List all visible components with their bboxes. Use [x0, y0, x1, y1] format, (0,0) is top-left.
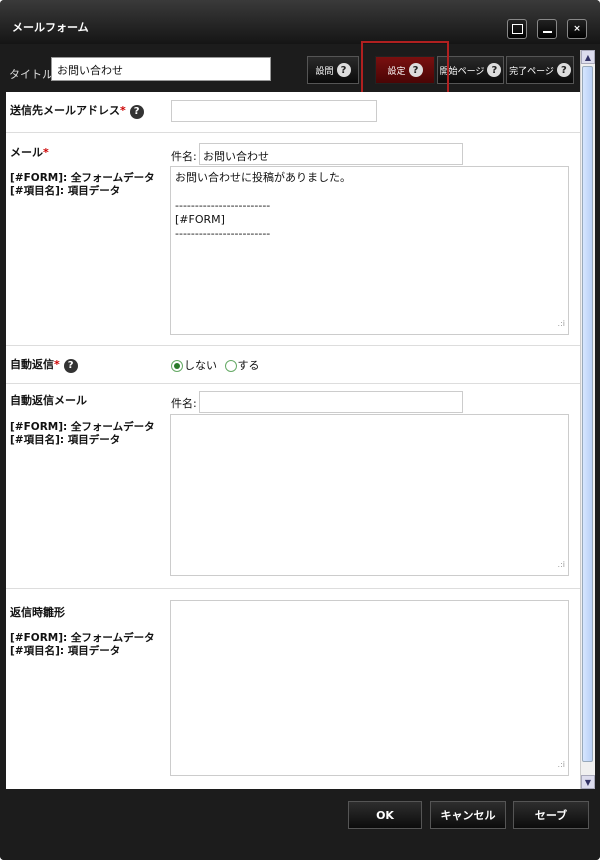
scrollbar-thumb[interactable] [582, 66, 593, 762]
close-icon: × [573, 24, 581, 34]
help-icon[interactable]: ? [336, 63, 351, 77]
vertical-scrollbar[interactable]: ▲ ▼ [580, 50, 595, 789]
complete-page-button[interactable]: 完了ページ ? [506, 56, 574, 84]
minimize-icon [542, 31, 552, 33]
help-icon[interactable]: ? [63, 358, 78, 373]
window-title: メールフォーム [12, 21, 89, 34]
save-button[interactable]: セーブ [513, 801, 589, 829]
form-content: 送信先メールアドレス* ? メール* [#FORM]: 全フォームデータ [#項… [6, 92, 580, 789]
reply-template-label: 返信時雛形 [10, 606, 65, 619]
mail-hint-item: [#項目名]: 項目データ [10, 185, 121, 197]
cancel-button[interactable]: キャンセル [430, 801, 506, 829]
mail-body-textarea[interactable]: お問い合わせに投稿がありました。 -----------------------… [170, 166, 569, 335]
auto-reply-label: 自動返信* ? [10, 356, 78, 373]
maximize-button[interactable] [507, 19, 527, 39]
sender-label: 送信先メールアドレス* ? [10, 102, 144, 119]
radio-yes-label[interactable]: する [238, 359, 260, 372]
help-icon[interactable]: ? [487, 63, 502, 77]
mail-subject-label: 件名: [171, 150, 197, 163]
scroll-up-arrow-icon[interactable]: ▲ [581, 50, 595, 64]
questions-button-label: 設問 [315, 66, 334, 77]
close-button[interactable]: × [567, 19, 587, 39]
radio-yes[interactable] [224, 360, 237, 372]
auto-reply-mail-label: 自動返信メール [10, 394, 87, 407]
highlight-box [361, 41, 449, 97]
radio-no-label[interactable]: しない [184, 359, 217, 372]
reply-template-hint-item: [#項目名]: 項目データ [10, 645, 121, 657]
sender-email-input[interactable] [171, 100, 377, 122]
title-bar[interactable]: メールフォーム × [0, 0, 600, 44]
mail-subject-input[interactable]: お問い合わせ [199, 143, 463, 165]
title-input[interactable]: お問い合わせ [51, 57, 271, 81]
help-icon[interactable]: ? [129, 104, 144, 119]
ok-button[interactable]: OK [348, 801, 422, 829]
questions-button[interactable]: 設問 ? [307, 56, 359, 84]
reply-template-textarea[interactable]: .:i [170, 600, 569, 776]
mail-body-text: お問い合わせに投稿がありました。 -----------------------… [175, 171, 351, 240]
auto-reply-subject-label: 件名: [171, 397, 197, 410]
resize-grip-icon[interactable]: .:i [558, 558, 565, 572]
auto-reply-hint-form: [#FORM]: 全フォームデータ [10, 421, 155, 433]
scroll-down-arrow-icon[interactable]: ▼ [581, 775, 595, 789]
auto-reply-body-textarea[interactable]: .:i [170, 414, 569, 576]
resize-grip-icon[interactable]: .:i [558, 758, 565, 772]
mail-hint-form: [#FORM]: 全フォームデータ [10, 172, 155, 184]
sender-row: 送信先メールアドレス* ? [6, 92, 580, 133]
auto-reply-row: 自動返信* ? しない する [6, 345, 580, 384]
resize-grip-icon[interactable]: .:i [558, 317, 565, 331]
minimize-button[interactable] [537, 19, 557, 39]
reply-template-hint-form: [#FORM]: 全フォームデータ [10, 632, 155, 644]
title-label: タイトル: [9, 68, 57, 81]
reply-template-row: 返信時雛形 [#FORM]: 全フォームデータ [#項目名]: 項目データ .:… [6, 588, 580, 788]
mail-label: メール* [10, 146, 49, 159]
footer-bar [0, 789, 600, 860]
auto-reply-subject-input[interactable] [199, 391, 463, 413]
maximize-icon [511, 24, 523, 34]
help-icon[interactable]: ? [556, 63, 571, 77]
mail-form-dialog: メールフォーム × タイトル: お問い合わせ 設問 ? 設定 ? 開始ページ ?… [0, 0, 600, 860]
mail-row: メール* [#FORM]: 全フォームデータ [#項目名]: 項目データ 件名:… [6, 132, 580, 346]
auto-reply-radio-group: しない する [171, 357, 260, 373]
radio-no[interactable] [171, 360, 183, 372]
auto-reply-mail-row: 自動返信メール [#FORM]: 全フォームデータ [#項目名]: 項目データ … [6, 383, 580, 589]
auto-reply-hint-item: [#項目名]: 項目データ [10, 434, 121, 446]
complete-page-button-label: 完了ページ [509, 66, 554, 77]
